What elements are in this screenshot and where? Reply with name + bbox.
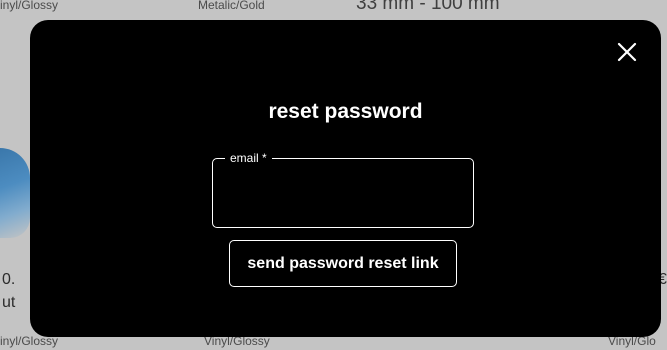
- close-button[interactable]: [615, 40, 639, 64]
- close-icon: [617, 42, 637, 62]
- email-field-label: email *: [225, 150, 272, 166]
- background-product-finish-text: Metalic/Gold: [198, 0, 265, 12]
- background-product-size-text: 33 mm - 100 mm: [356, 0, 500, 14]
- reset-password-modal: reset password email * send password res…: [30, 20, 661, 337]
- background-product-image: [0, 148, 30, 238]
- background-product-finish-text: inyl/Glossy: [0, 0, 59, 12]
- background-button-text: ut: [2, 294, 16, 311]
- email-input[interactable]: [225, 181, 461, 213]
- email-field[interactable]: email *: [212, 150, 474, 228]
- background-price-text: 0.: [2, 271, 16, 288]
- modal-title: reset password: [268, 100, 423, 123]
- send-reset-link-button[interactable]: send password reset link: [229, 240, 457, 287]
